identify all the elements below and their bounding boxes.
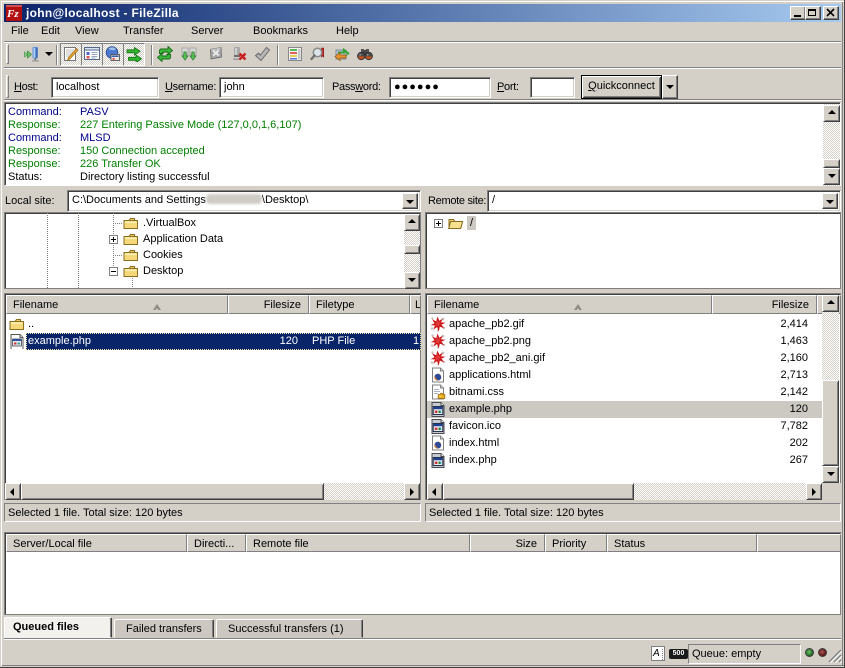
svg-text:Fz: Fz bbox=[6, 8, 19, 20]
